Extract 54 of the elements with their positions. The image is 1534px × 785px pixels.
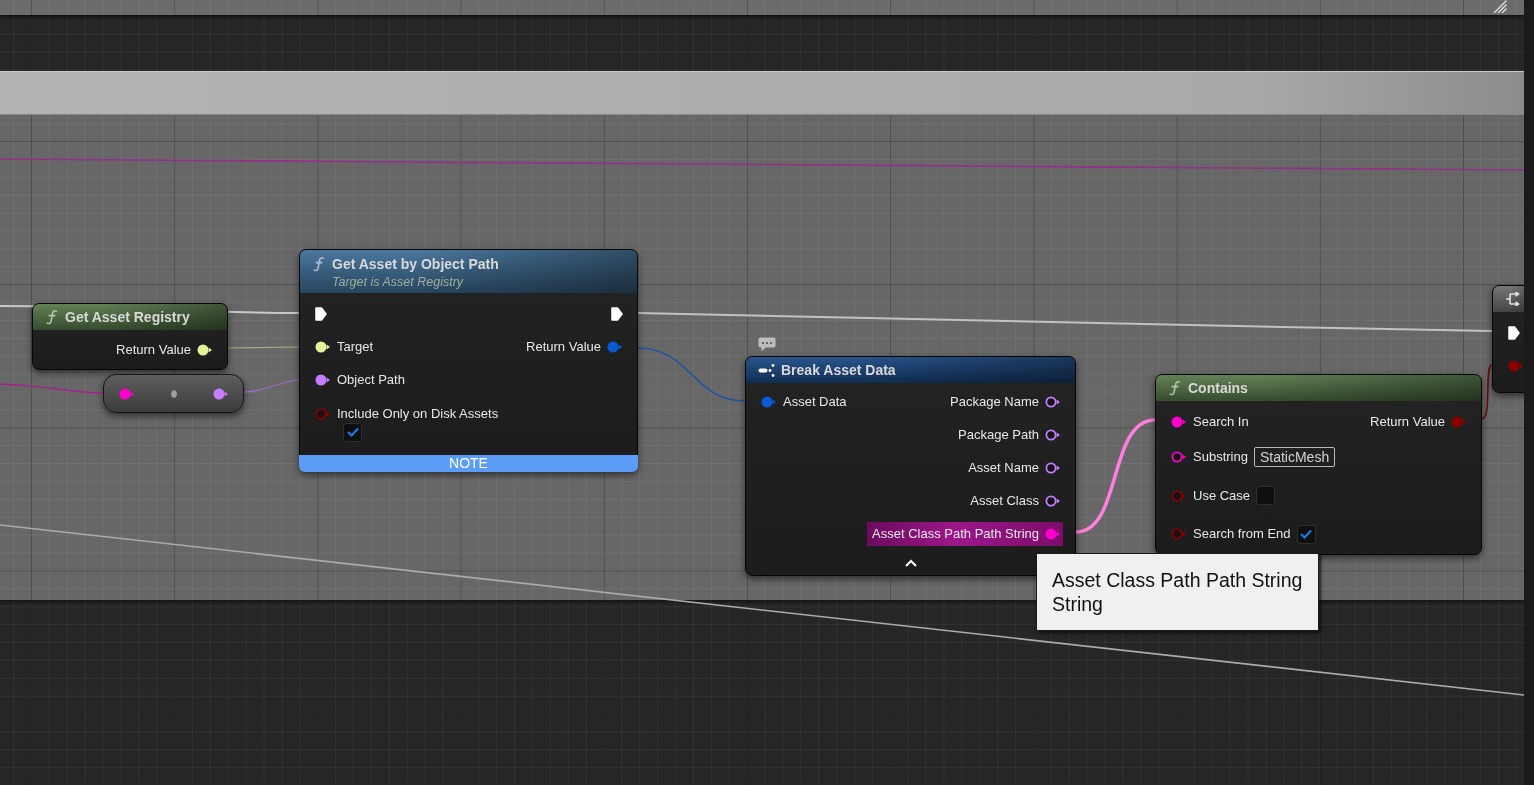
pin-label: Use Case: [1193, 487, 1251, 504]
pin-label: Substring: [1193, 449, 1248, 466]
node-title: Get Asset Registry: [65, 309, 190, 325]
exec-pin-icon[interactable]: [1508, 326, 1520, 340]
pin-icon[interactable]: [197, 344, 213, 356]
pin-label: Search from End: [1193, 526, 1291, 543]
pin-label: Target: [337, 339, 374, 355]
pin-label: Object Path: [337, 372, 405, 388]
pin-label: Asset Data: [783, 394, 847, 410]
checkbox[interactable]: [1256, 486, 1276, 506]
function-node[interactable]: Get Asset by Object Path Target is Asset Registry Target Object Path Include Only on Disk Assets Return Value NOTE: [299, 249, 638, 472]
pin-icon[interactable]: [1045, 495, 1061, 507]
function-icon: [312, 256, 326, 272]
node-title: Break Asset Data: [781, 362, 896, 378]
dot-icon: [171, 389, 177, 398]
pin-label: Asset Class: [970, 493, 1039, 509]
chevron-up-icon[interactable]: [904, 558, 917, 567]
pin-icon[interactable]: [315, 374, 331, 386]
pin-icon[interactable]: [1045, 462, 1061, 474]
resize-grip-icon[interactable]: [1493, 0, 1507, 13]
checkmark-icon: [346, 427, 359, 437]
node-subtitle: Target is Asset Registry: [332, 275, 465, 290]
function-node[interactable]: Contains Search In Substring StaticMesh Use Case Search from End Return Value: [1155, 374, 1482, 555]
exec-pin-icon[interactable]: [315, 307, 327, 321]
checkbox[interactable]: [1296, 524, 1316, 544]
comment-bubble-icon[interactable]: [758, 337, 776, 352]
function-icon: [1168, 380, 1182, 396]
split-icon: [758, 364, 775, 377]
branch-icon: [1505, 292, 1521, 306]
pin-label: Return Value: [116, 342, 191, 358]
wire: [243, 379, 300, 393]
pin-label: Return Value: [1370, 413, 1445, 430]
node-title: Contains: [1188, 380, 1248, 396]
text-field[interactable]: StaticMesh: [1253, 447, 1336, 468]
pin-label: Search In: [1193, 413, 1249, 430]
pin-highlight[interactable]: Asset Class Path Path String: [867, 522, 1063, 546]
note-banner: NOTE: [299, 455, 638, 472]
pin-icon[interactable]: [1045, 396, 1061, 408]
node-title: Get Asset by Object Path: [332, 256, 499, 272]
function-icon: [45, 309, 59, 325]
checkmark-icon: [1300, 529, 1313, 540]
pin-label: Package Name: [950, 394, 1039, 410]
pin-label: Return Value: [526, 339, 601, 355]
pin-label: Asset Name: [968, 460, 1039, 476]
pin-label: Asset Class Path Path String: [872, 526, 1039, 542]
pin-label: Package Path: [958, 427, 1039, 443]
pin-icon[interactable]: [315, 341, 331, 353]
tooltip-type: String: [1052, 592, 1104, 616]
wire: [1481, 364, 1493, 420]
pin-icon[interactable]: [1045, 429, 1061, 441]
function-node[interactable]: Get Asset Registry Return Value: [32, 303, 228, 370]
exec-pin-icon[interactable]: [611, 307, 623, 321]
checkbox[interactable]: [343, 422, 362, 442]
pin-label: Include Only on Disk Assets: [337, 405, 499, 422]
